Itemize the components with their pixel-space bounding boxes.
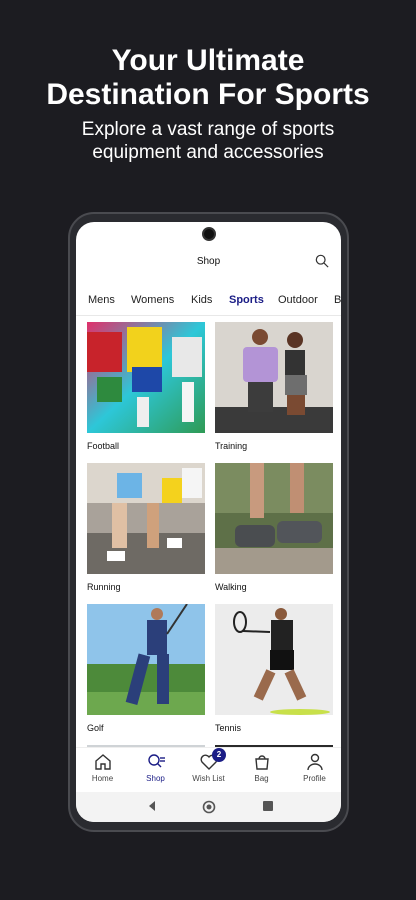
tile-label: Running xyxy=(87,582,121,592)
tile-golf[interactable]: Golf xyxy=(87,604,205,735)
nav-label: Bag xyxy=(254,774,269,783)
tab-womens[interactable]: Womens xyxy=(131,294,174,306)
divider xyxy=(76,315,341,316)
tile-label: Training xyxy=(215,441,248,451)
nav-home[interactable]: Home xyxy=(76,752,129,783)
tab-kids[interactable]: Kids xyxy=(191,294,212,306)
phone-frame: Shop Mens Womens Kids Sports Outdoor B F… xyxy=(68,212,349,832)
promo-subtitle-line-2: equipment and accessories xyxy=(92,142,324,163)
football-photo-icon xyxy=(87,322,205,433)
training-photo-icon xyxy=(215,322,333,433)
nav-wish-list[interactable]: 2 Wish List xyxy=(182,748,235,783)
category-tabs: Mens Womens Kids Sports Outdoor B xyxy=(76,284,341,314)
back-icon[interactable] xyxy=(146,800,158,812)
promo-title: Your Ultimate Destination For Sports xyxy=(0,44,416,112)
promo-subtitle: Explore a vast range of sports equipment… xyxy=(0,118,416,164)
tab-sports[interactable]: Sports xyxy=(229,294,264,306)
app-header: Shop xyxy=(76,250,341,272)
tab-more[interactable]: B xyxy=(334,294,341,306)
tab-mens[interactable]: Mens xyxy=(88,294,115,306)
system-nav-bar xyxy=(76,792,341,822)
tile-label: Golf xyxy=(87,723,104,733)
recents-icon[interactable] xyxy=(262,800,274,812)
tile-label: Football xyxy=(87,441,120,451)
nav-label: Shop xyxy=(146,774,165,783)
tab-outdoor[interactable]: Outdoor xyxy=(278,294,318,306)
home-icon xyxy=(94,754,111,770)
tile-football[interactable]: Football xyxy=(87,322,205,453)
page-title: Shop xyxy=(196,256,221,267)
sports-grid: Football Training Running Walking Golf T… xyxy=(87,322,334,752)
nav-label: Wish List xyxy=(192,774,225,783)
tile-label: Walking xyxy=(215,582,247,592)
tile-running[interactable]: Running xyxy=(87,463,205,594)
promo-title-line-1: Your Ultimate xyxy=(111,44,305,77)
tile-training[interactable]: Training xyxy=(215,322,333,453)
shop-icon xyxy=(147,754,165,768)
tile-tennis[interactable]: Tennis xyxy=(215,604,333,735)
nav-label: Profile xyxy=(303,774,326,783)
wishlist-count-badge: 2 xyxy=(212,748,226,762)
walking-photo-icon xyxy=(215,463,333,574)
bottom-nav: Home Shop 2 Wish List Bag Profile xyxy=(76,747,341,787)
profile-icon xyxy=(306,753,323,771)
camera-icon xyxy=(202,227,216,241)
home-circle-icon[interactable] xyxy=(202,800,216,814)
nav-shop[interactable]: Shop xyxy=(129,752,182,783)
nav-label: Home xyxy=(91,774,114,783)
phone-screen: Shop Mens Womens Kids Sports Outdoor B F… xyxy=(76,222,341,822)
bag-icon xyxy=(254,755,269,770)
tile-walking[interactable]: Walking xyxy=(215,463,333,594)
nav-bag[interactable]: Bag xyxy=(235,752,288,783)
search-icon[interactable] xyxy=(315,254,329,268)
tennis-photo-icon xyxy=(215,604,333,715)
running-photo-icon xyxy=(87,463,205,574)
promo-title-line-2: Destination For Sports xyxy=(46,78,370,111)
golf-photo-icon xyxy=(87,604,205,715)
tile-label: Tennis xyxy=(215,723,242,733)
promo-subtitle-line-1: Explore a vast range of sports xyxy=(81,119,335,140)
nav-profile[interactable]: Profile xyxy=(288,752,341,783)
